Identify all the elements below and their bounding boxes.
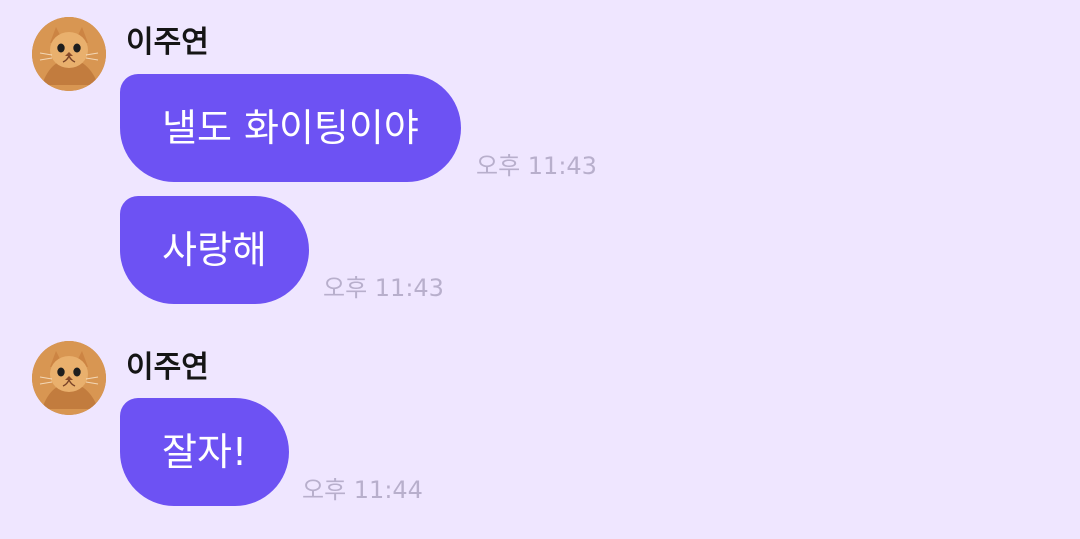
message-time: 오후 11:43: [323, 274, 444, 302]
cat-avatar-icon[interactable]: [32, 341, 106, 415]
sender-name: 이주연: [126, 25, 209, 60]
message-bubble[interactable]: 사랑해: [120, 196, 309, 304]
message-bubble[interactable]: 낼도 화이팅이야: [120, 74, 461, 182]
sender-name: 이주연: [126, 350, 209, 385]
chat-thread: 이주연 낼도 화이팅이야 오후 11:43 사랑해 오후 11:43 이주연 잘…: [0, 0, 1080, 539]
message-bubble[interactable]: 잘자!: [120, 398, 290, 506]
cat-avatar-icon[interactable]: [32, 17, 106, 91]
message-time: 오후 11:44: [302, 476, 423, 504]
message-time: 오후 11:43: [476, 152, 597, 180]
